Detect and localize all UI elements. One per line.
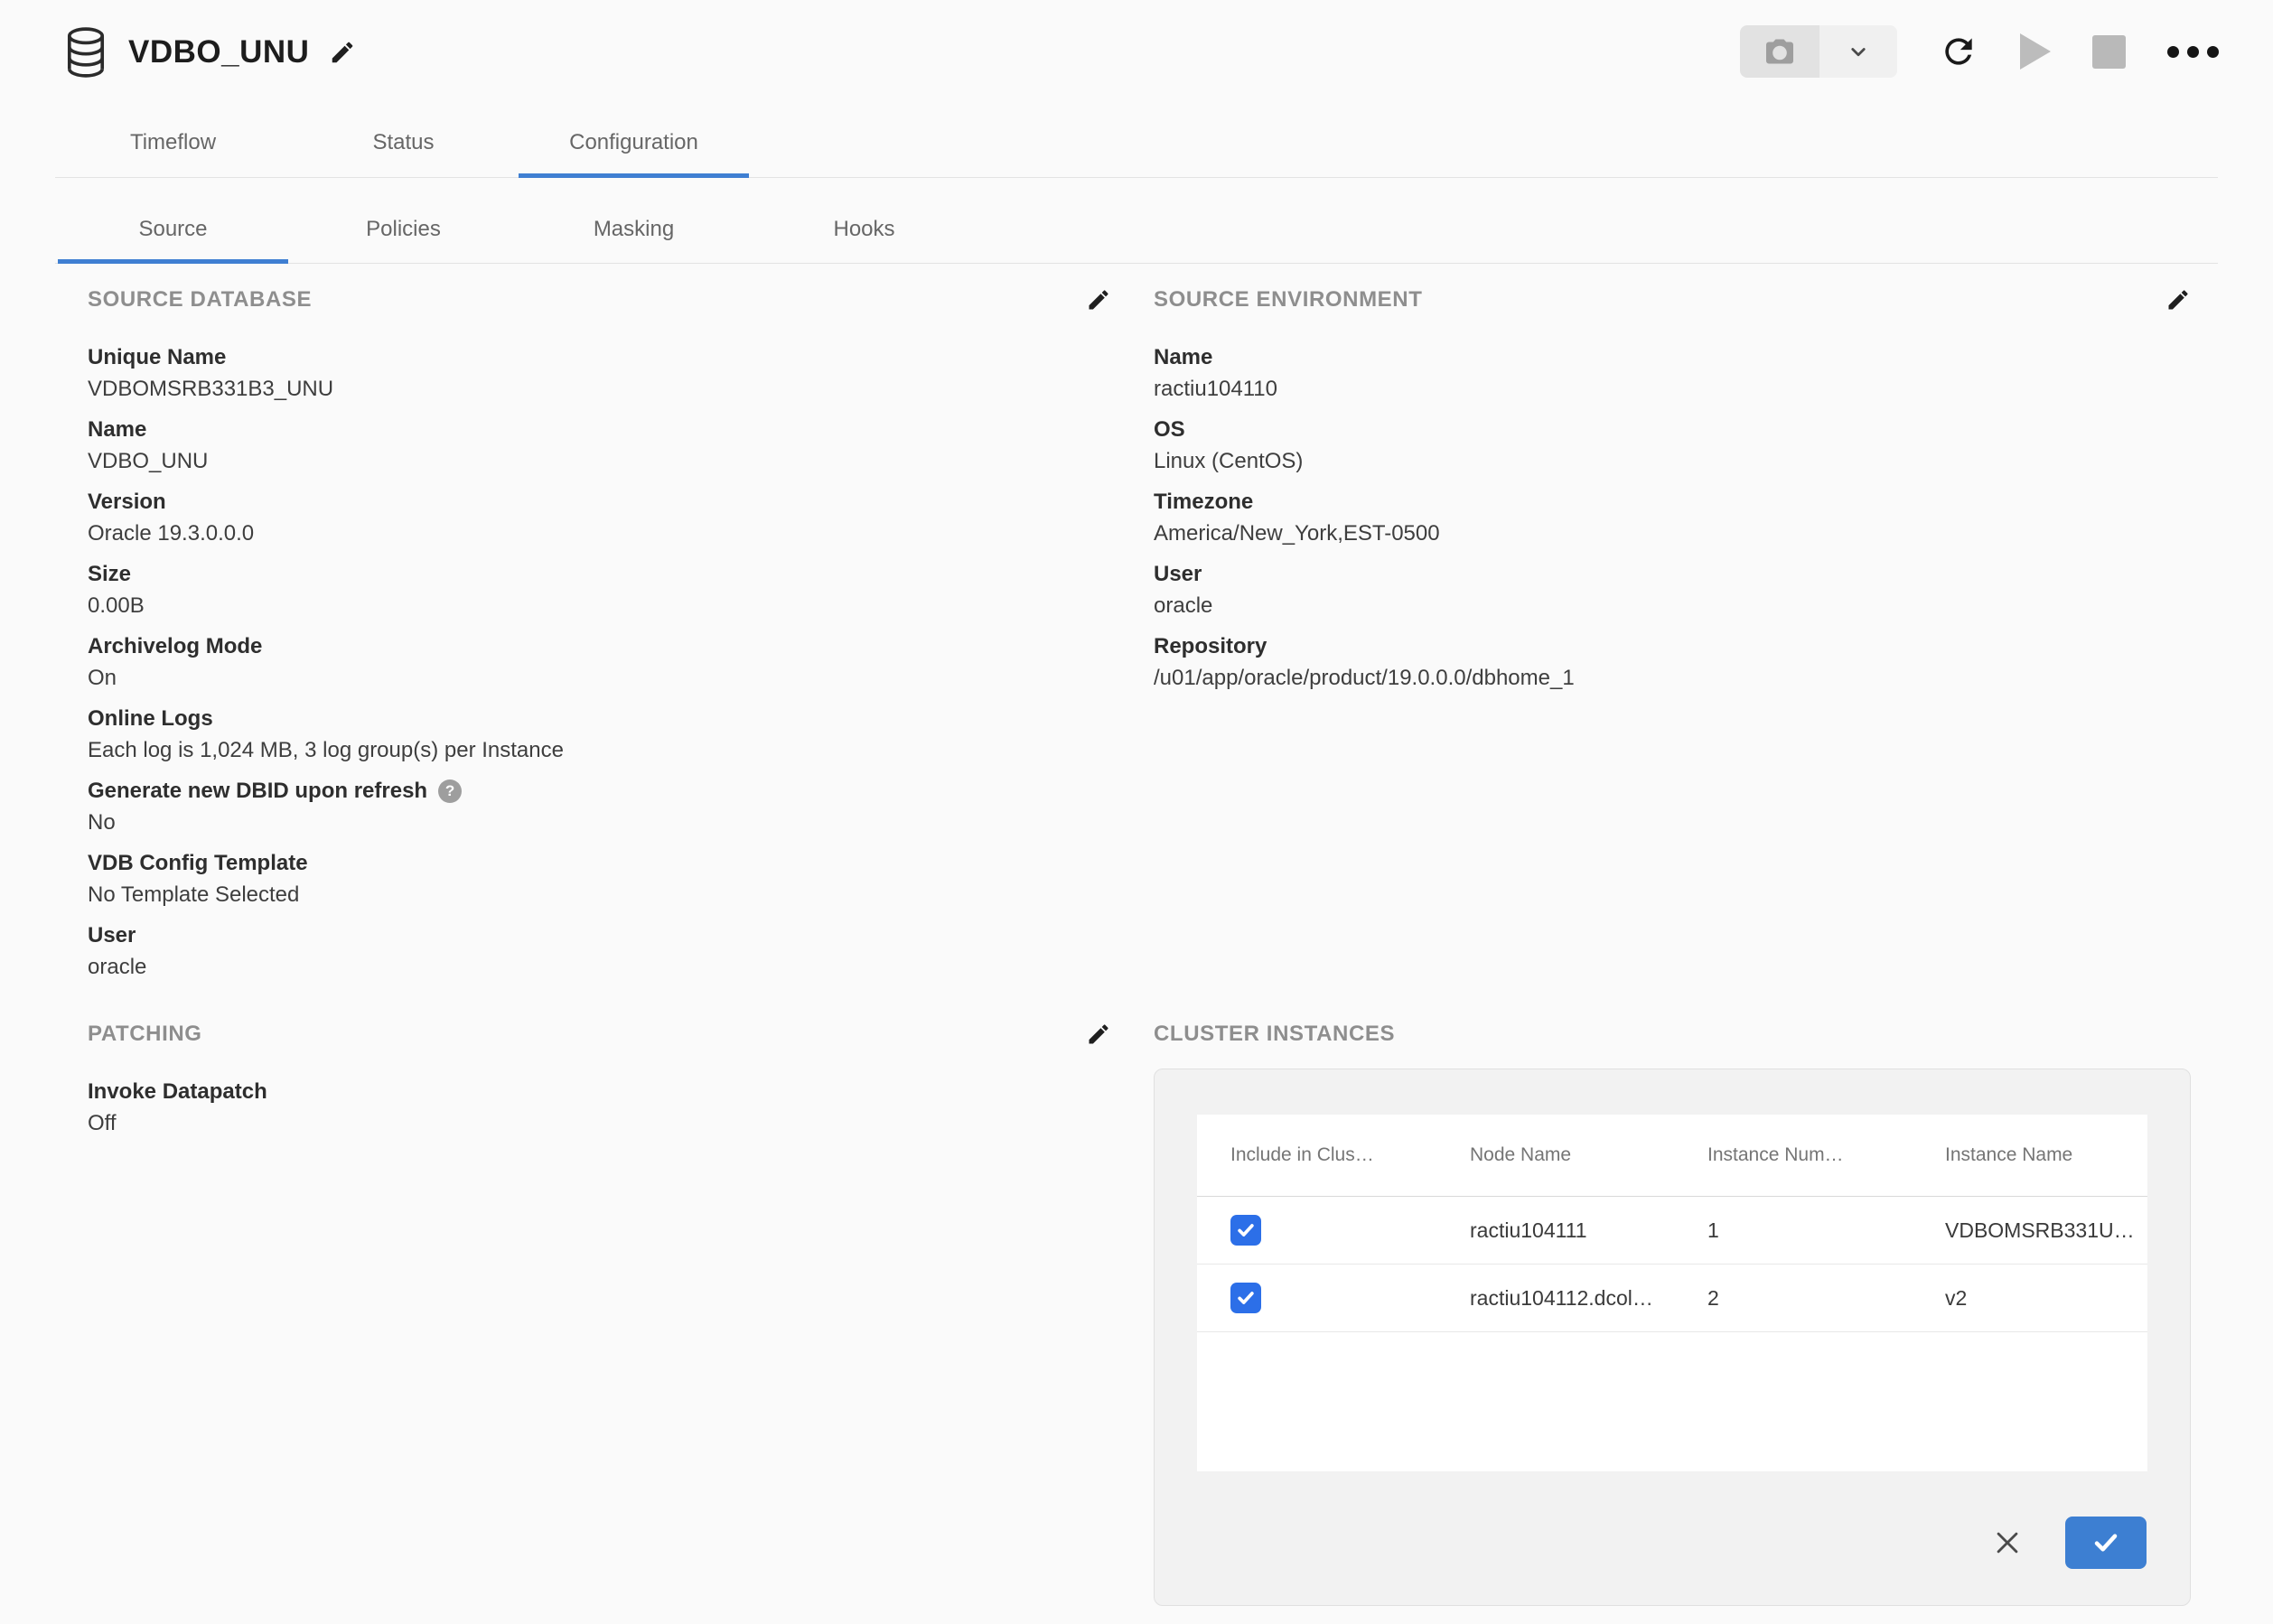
check-icon: [1236, 1220, 1256, 1240]
table-row: ractiu104111 1 VDBOMSRB331U…: [1197, 1197, 2147, 1265]
cell-instance-name: v2: [1945, 1286, 2147, 1311]
ellipsis-icon: [2167, 46, 2179, 58]
cluster-instances-section: CLUSTER INSTANCES Include in Clus… Node …: [1154, 1022, 2191, 1606]
main-tabs: Timeflow Status Configuration: [55, 107, 2218, 178]
tab-timeflow[interactable]: Timeflow: [58, 107, 288, 177]
table-row: ractiu104112.dcol… 2 v2: [1197, 1265, 2147, 1332]
col-node-name: Node Name: [1470, 1144, 1707, 1166]
field-unique-name: Unique Name VDBOMSRB331B3_UNU: [88, 345, 1111, 402]
vdb-configuration-page: { "colors": { "accent_blue": "#3f7fd2", …: [0, 0, 2273, 1624]
col-include-in-cluster: Include in Clus…: [1230, 1144, 1470, 1166]
include-checkbox-checked[interactable]: [1230, 1215, 1261, 1246]
toolbar: [1740, 25, 2219, 78]
field-archivelog-mode: Archivelog Mode On: [88, 634, 1111, 691]
field-size: Size 0.00B: [88, 562, 1111, 619]
field-generate-new-dbid: Generate new DBID upon refresh ? No: [88, 779, 1111, 835]
close-icon: [1992, 1527, 2023, 1558]
play-icon: [2020, 33, 2051, 70]
cancel-button[interactable]: [1991, 1526, 2024, 1559]
stop-icon: [2092, 35, 2126, 69]
database-icon: [65, 26, 107, 79]
include-checkbox-checked[interactable]: [1230, 1283, 1261, 1313]
source-database-section: SOURCE DATABASE Unique Name VDBOMSRB331B…: [88, 287, 1111, 995]
edit-title-pencil-icon[interactable]: [329, 39, 356, 66]
col-instance-number: Instance Num…: [1707, 1144, 1945, 1166]
page-title: VDBO_UNU: [128, 34, 309, 70]
field-version: Version Oracle 19.3.0.0.0: [88, 490, 1111, 546]
patching-section: PATCHING Invoke Datapatch Off: [88, 1022, 1111, 1152]
cluster-card-actions: [1991, 1517, 2147, 1569]
edit-source-database-pencil-icon[interactable]: [1086, 287, 1111, 313]
cluster-instances-table: Include in Clus… Node Name Instance Num……: [1197, 1115, 2147, 1471]
refresh-icon: [1939, 32, 1978, 71]
cell-node-name: ractiu104112.dcol…: [1470, 1286, 1707, 1311]
snapshot-options-button[interactable]: [1819, 25, 1897, 78]
subtab-source[interactable]: Source: [58, 196, 288, 263]
patching-heading: PATCHING: [88, 1022, 202, 1047]
page-header: VDBO_UNU: [65, 23, 356, 81]
chevron-down-icon: [1845, 38, 1872, 65]
start-button[interactable]: [2020, 33, 2051, 70]
configuration-subtabs: Source Policies Masking Hooks: [55, 178, 2218, 264]
cell-instance-number: 1: [1707, 1218, 1945, 1243]
help-icon[interactable]: ?: [438, 779, 462, 803]
edit-patching-pencil-icon[interactable]: [1086, 1022, 1111, 1047]
confirm-button[interactable]: [2065, 1517, 2147, 1569]
col-instance-name: Instance Name: [1945, 1144, 2147, 1166]
stop-button[interactable]: [2092, 35, 2126, 69]
field-repository: Repository /u01/app/oracle/product/19.0.…: [1154, 634, 2191, 691]
check-icon: [1236, 1288, 1256, 1308]
checkmark-icon: [2091, 1528, 2120, 1557]
cluster-instances-heading: CLUSTER INSTANCES: [1154, 1022, 1395, 1047]
refresh-button[interactable]: [1939, 32, 1978, 71]
source-environment-section: SOURCE ENVIRONMENT Name ractiu104110 OS …: [1154, 287, 2191, 706]
field-env-user: User oracle: [1154, 562, 2191, 619]
subtab-masking[interactable]: Masking: [519, 196, 749, 263]
snapshot-camera-button[interactable]: [1740, 25, 1819, 78]
camera-icon: [1763, 35, 1796, 68]
edit-source-environment-pencil-icon[interactable]: [2165, 287, 2191, 313]
cell-instance-name: VDBOMSRB331U…: [1945, 1218, 2147, 1243]
field-env-name: Name ractiu104110: [1154, 345, 2191, 402]
cluster-instances-card: Include in Clus… Node Name Instance Num……: [1154, 1069, 2191, 1606]
table-empty-area: [1197, 1332, 2147, 1471]
field-timezone: Timezone America/New_York,EST-0500: [1154, 490, 2191, 546]
field-online-logs: Online Logs Each log is 1,024 MB, 3 log …: [88, 706, 1111, 763]
field-vdb-config-template: VDB Config Template No Template Selected: [88, 851, 1111, 908]
table-header-row: Include in Clus… Node Name Instance Num……: [1197, 1115, 2147, 1197]
field-os: OS Linux (CentOS): [1154, 417, 2191, 474]
cell-instance-number: 2: [1707, 1286, 1945, 1311]
snapshot-button-group: [1740, 25, 1897, 78]
tab-configuration[interactable]: Configuration: [519, 107, 749, 177]
field-invoke-datapatch: Invoke Datapatch Off: [88, 1079, 1111, 1136]
tab-status[interactable]: Status: [288, 107, 519, 177]
source-database-heading: SOURCE DATABASE: [88, 287, 312, 313]
more-options-button[interactable]: [2167, 46, 2219, 58]
source-environment-heading: SOURCE ENVIRONMENT: [1154, 287, 1423, 313]
subtab-hooks[interactable]: Hooks: [749, 196, 979, 263]
field-user: User oracle: [88, 923, 1111, 980]
field-name: Name VDBO_UNU: [88, 417, 1111, 474]
cell-node-name: ractiu104111: [1470, 1218, 1707, 1243]
subtab-policies[interactable]: Policies: [288, 196, 519, 263]
